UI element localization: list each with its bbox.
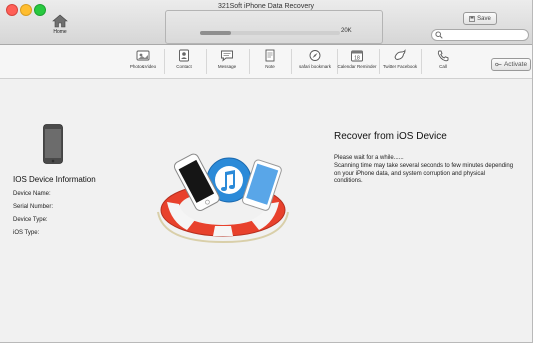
toolbar-item-label: Note (265, 64, 275, 69)
serial-number-label: Serial Number: (13, 204, 54, 210)
toolbar-item-contact[interactable]: Contact (164, 49, 204, 69)
toolbar-item-label: Message (217, 64, 237, 69)
search-box[interactable] (431, 29, 529, 41)
save-button[interactable]: Save (463, 12, 497, 25)
toolbar-item-twitter-facebook[interactable]: Twitter Facebook (380, 49, 420, 69)
save-icon (469, 15, 476, 22)
home-label: Home (53, 29, 67, 35)
iphone-device-icon (43, 124, 63, 164)
toolbar-item-safari-bookmark[interactable]: safari bookmark (295, 49, 335, 69)
recover-heading: Recover from iOS Device (334, 131, 447, 142)
title-bar: 321Soft iPhone Data Recovery Home 20K Sa… (0, 0, 532, 45)
safari-bookmark-icon (309, 50, 321, 61)
svg-text:18: 18 (354, 56, 360, 62)
category-toolbar: Photo&Video Contact Message Note safari … (0, 45, 532, 79)
toolbar-item-label: Twitter Facebook (382, 64, 418, 69)
toolbar-item-label: safari bookmark (298, 64, 331, 69)
toolbar-item-photo-video[interactable]: Photo&Video (123, 49, 163, 69)
note-icon (265, 49, 275, 62)
toolbar-item-call[interactable]: Call (423, 49, 463, 69)
call-icon (437, 50, 449, 62)
window-title: 321Soft iPhone Data Recovery (217, 3, 315, 10)
search-icon (435, 31, 443, 39)
scan-progress-bar (200, 31, 340, 35)
toolbar-divider (291, 49, 292, 74)
toolbar-item-label: Calendar Reminder (337, 64, 377, 69)
toolbar-item-label: Call (439, 64, 447, 69)
device-info-title: IOS Device Information (13, 175, 96, 184)
wait-message: Please wait for a while...... (334, 155, 404, 161)
activate-button[interactable]: Activate (491, 58, 531, 71)
ios-type-label: iOS Type: (13, 230, 40, 236)
contact-icon (179, 49, 189, 62)
scan-size-readout: 20K (341, 28, 352, 34)
home-button[interactable]: Home (48, 14, 72, 35)
scan-progress-panel: 20K (165, 10, 383, 44)
save-label: Save (477, 15, 491, 22)
device-type-label: Device Type: (13, 217, 48, 223)
scan-progress-fill (200, 31, 231, 35)
activate-label: Activate (503, 61, 528, 68)
home-icon (52, 14, 68, 28)
message-icon (221, 50, 233, 62)
search-input[interactable] (445, 30, 523, 39)
device-name-label: Device Name: (13, 191, 51, 197)
toolbar-item-label: Contact (176, 64, 192, 69)
toolbar-item-calendar-reminder[interactable]: 18 Calendar Reminder (337, 49, 377, 69)
scan-description: Scanning time may take several seconds t… (334, 163, 514, 184)
toolbar-item-label: Photo&Video (129, 64, 157, 69)
key-icon (495, 62, 502, 67)
toolbar-divider (421, 49, 422, 74)
toolbar-item-message[interactable]: Message (207, 49, 247, 69)
calendar-reminder-icon: 18 (351, 50, 363, 62)
toolbar-item-note[interactable]: Note (250, 49, 290, 69)
app-window: 321Soft iPhone Data Recovery Home 20K Sa… (0, 0, 533, 343)
twitter-facebook-icon (394, 49, 406, 60)
recovery-lifebuoy-illustration (157, 153, 289, 244)
photo-video-icon (136, 50, 150, 61)
